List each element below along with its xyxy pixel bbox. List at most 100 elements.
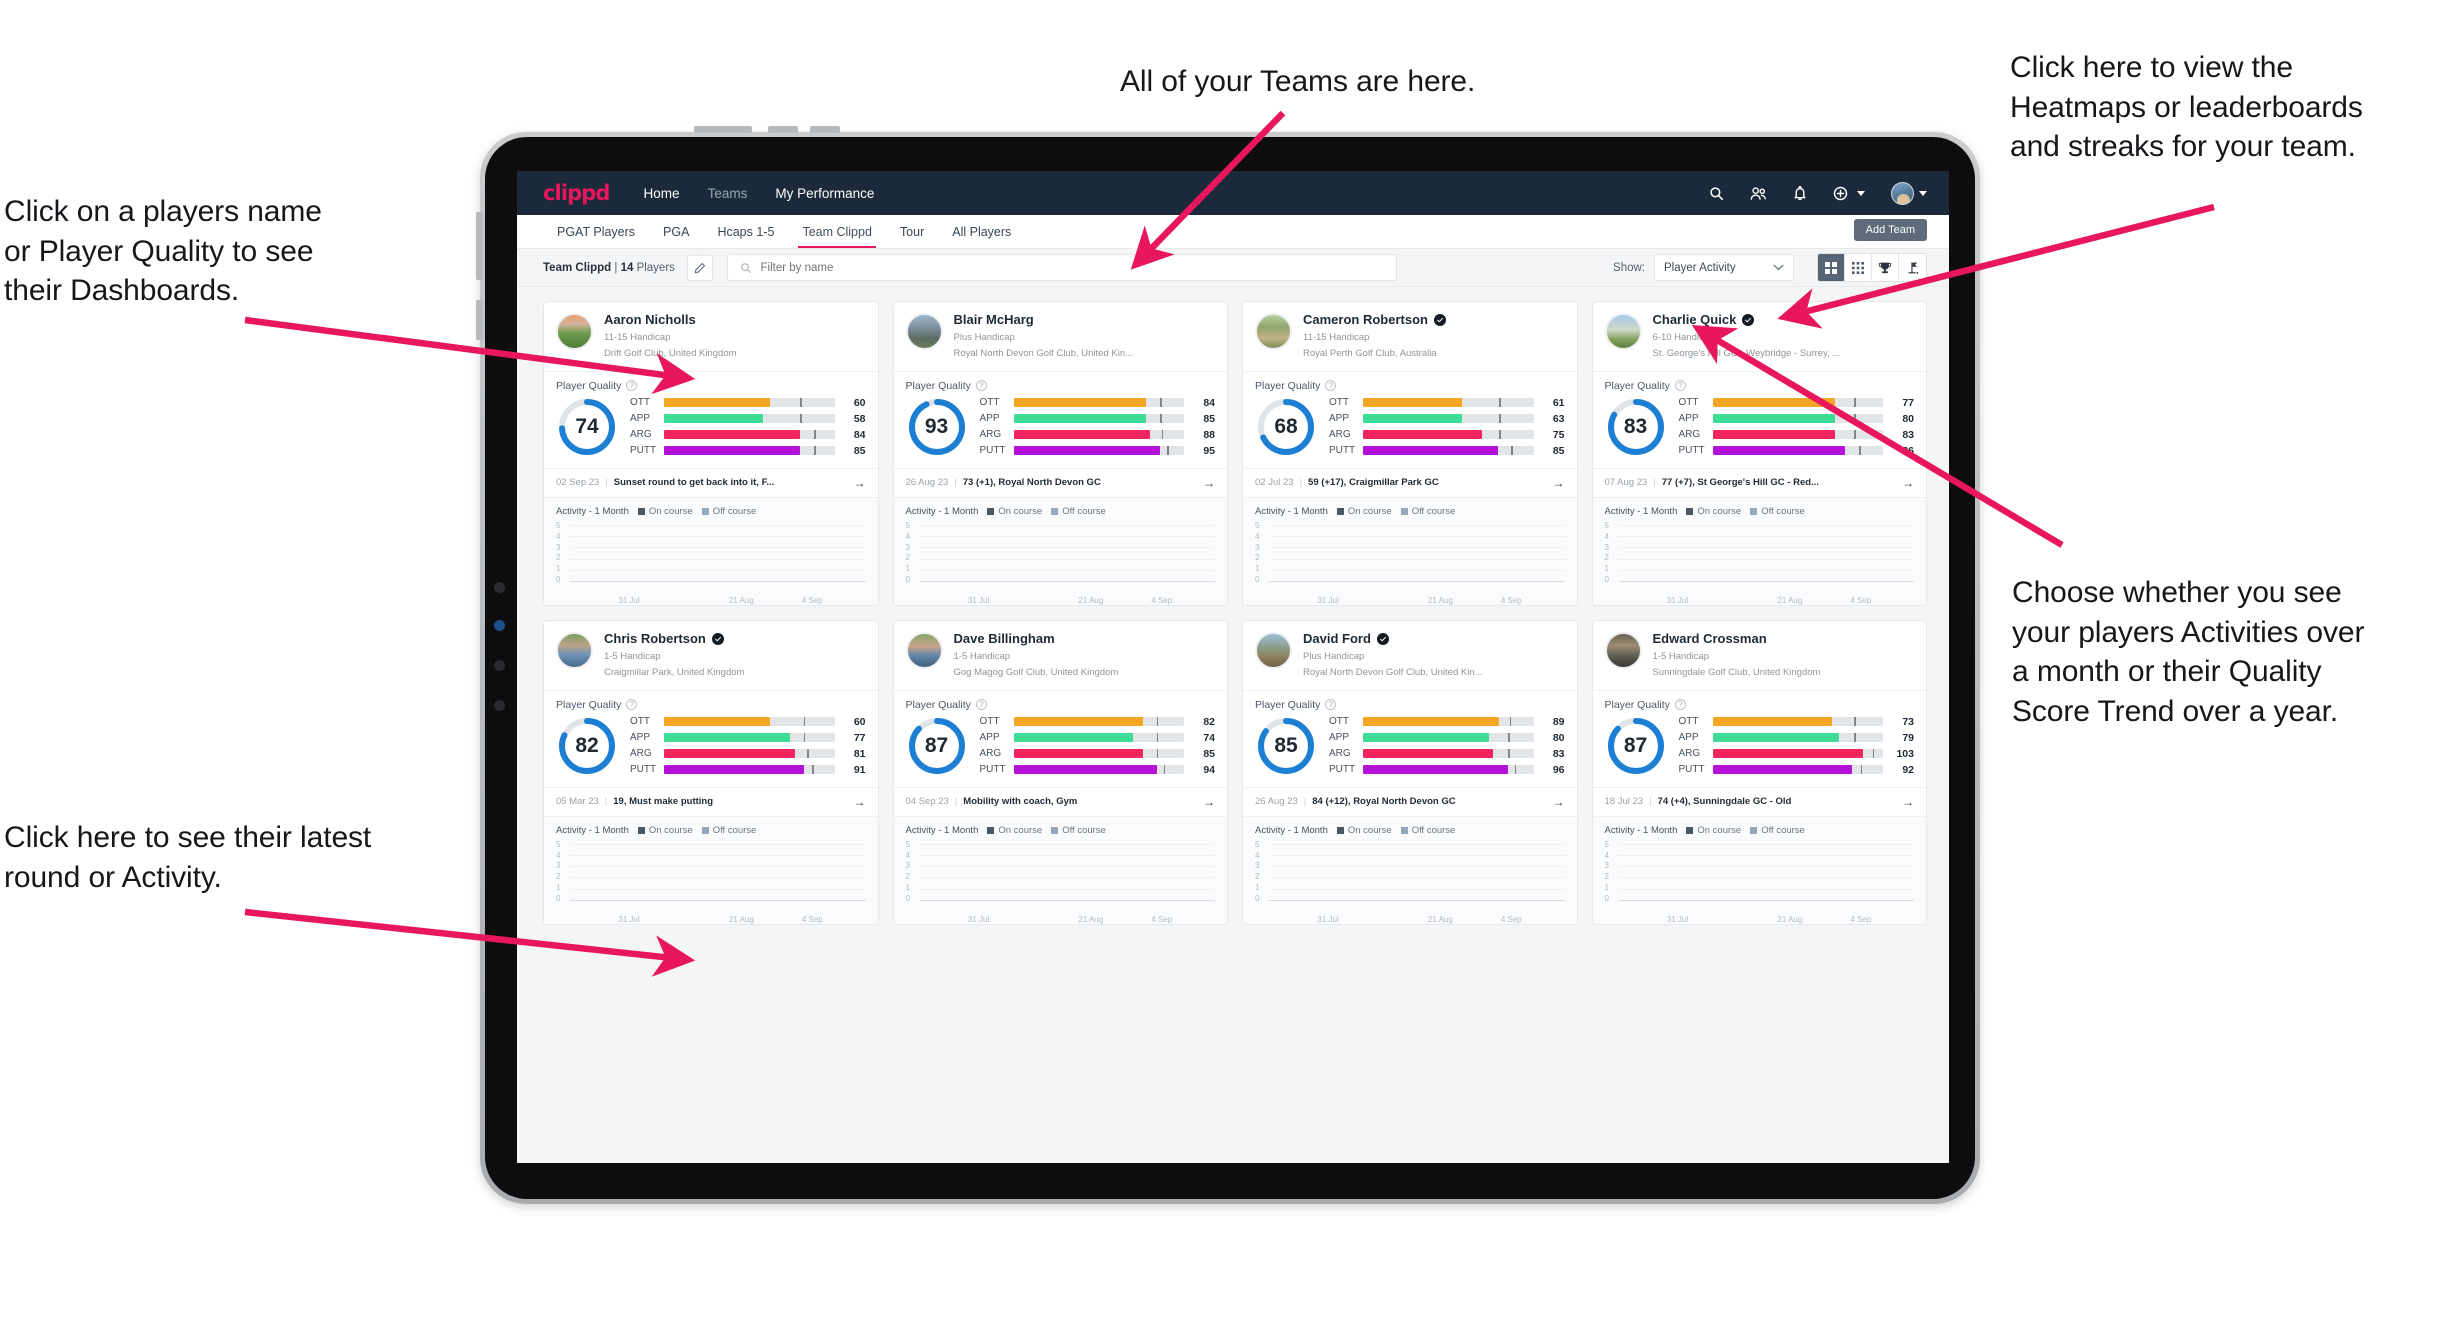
search-field[interactable]	[726, 254, 1397, 281]
player-card-header[interactable]: David Ford Plus Handicap Royal North Dev…	[1243, 621, 1577, 690]
player-card[interactable]: Cameron Robertson 11-15 Handicap Royal P…	[1242, 301, 1578, 606]
metric-value: 80	[1902, 412, 1914, 425]
player-card[interactable]: Edward Crossman 1-5 Handicap Sunningdale…	[1591, 619, 1927, 925]
player-name[interactable]: David Ford	[1303, 631, 1565, 647]
tab-team-clippd[interactable]: Team Clippd	[788, 215, 885, 248]
arrow-right-icon[interactable]: →	[1553, 476, 1565, 490]
add-team-button[interactable]: Add Team	[1853, 219, 1927, 241]
player-quality-section[interactable]: Player Quality ? 83 OTT 77 APP 80 ARG 83…	[1592, 370, 1926, 468]
metric-benchmark-tick	[1156, 749, 1159, 759]
clippd-logo[interactable]: clippd	[543, 181, 610, 205]
player-quality-donut[interactable]: 83	[1605, 396, 1667, 458]
player-quality-donut[interactable]: 82	[556, 715, 618, 777]
player-name[interactable]: Aaron Nicholls	[604, 312, 866, 328]
player-quality-section[interactable]: Player Quality ? 68 OTT 61 APP 63 ARG 75…	[1243, 370, 1577, 468]
player-name[interactable]: Edward Crossman	[1653, 631, 1915, 647]
latest-round-row[interactable]: 05 Mar 23 | 19, Must make putting →	[544, 786, 878, 816]
arrow-right-icon[interactable]: →	[854, 795, 866, 809]
tab-all-players[interactable]: All Players	[938, 215, 1025, 248]
player-card-header[interactable]: Blair McHarg Plus Handicap Royal North D…	[894, 302, 1228, 371]
player-card[interactable]: Aaron Nicholls 11-15 Handicap Drift Golf…	[543, 301, 879, 606]
player-card-header[interactable]: Charlie Quick 6-10 Handicap St. George's…	[1593, 302, 1927, 371]
tablet-button-top2	[768, 126, 798, 133]
help-icon[interactable]: ?	[975, 380, 987, 392]
player-quality-donut[interactable]: 87	[1605, 715, 1667, 777]
search-icon[interactable]	[1709, 186, 1724, 201]
tab-tour[interactable]: Tour	[886, 215, 938, 248]
player-card[interactable]: David Ford Plus Handicap Royal North Dev…	[1242, 619, 1578, 925]
player-card-header[interactable]: Dave Billingham 1-5 Handicap Gog Magog G…	[894, 621, 1228, 690]
edit-team-button[interactable]	[686, 254, 713, 281]
player-card-header[interactable]: Chris Robertson 1-5 Handicap Craigmillar…	[544, 621, 878, 690]
help-icon[interactable]: ?	[1674, 380, 1686, 392]
player-quality-section[interactable]: Player Quality ? 85 OTT 89 APP 80 ARG 83…	[1243, 689, 1577, 787]
help-icon[interactable]: ?	[975, 699, 987, 711]
arrow-right-icon[interactable]: →	[1203, 476, 1215, 490]
help-icon[interactable]: ?	[1674, 699, 1686, 711]
separator: |	[1649, 796, 1652, 808]
player-quality-donut[interactable]: 93	[906, 396, 968, 458]
player-quality-section[interactable]: Player Quality ? 82 OTT 60 APP 77 ARG 81…	[544, 689, 878, 787]
nav-link-teams[interactable]: Teams	[708, 186, 748, 201]
arrow-right-icon[interactable]: →	[854, 476, 866, 490]
tab-pga[interactable]: PGA	[649, 215, 703, 248]
tab-hcaps-1-5[interactable]: Hcaps 1-5	[703, 215, 788, 248]
view-mode-leaderboard[interactable]	[1872, 254, 1899, 281]
player-quality-donut[interactable]: 74	[556, 396, 618, 458]
player-quality-section[interactable]: Player Quality ? 87 OTT 82 APP 74 ARG 85…	[893, 689, 1227, 787]
arrow-right-icon[interactable]: →	[1553, 795, 1565, 809]
arrow-right-icon[interactable]: →	[1902, 795, 1914, 809]
separator: |	[614, 261, 618, 274]
y-tick-label: 2	[905, 553, 910, 563]
player-card[interactable]: Blair McHarg Plus Handicap Royal North D…	[892, 301, 1228, 606]
view-mode-grid[interactable]	[1818, 254, 1845, 281]
user-menu[interactable]	[1891, 181, 1927, 205]
arrow-right-icon[interactable]: →	[1902, 476, 1914, 490]
plus-circle-icon[interactable]	[1833, 186, 1865, 201]
player-card[interactable]: Charlie Quick 6-10 Handicap St. George's…	[1591, 301, 1927, 606]
player-name[interactable]: Charlie Quick	[1653, 312, 1915, 328]
player-quality-section[interactable]: Player Quality ? 93 OTT 84 APP 85 ARG 88…	[893, 370, 1227, 468]
player-quality-donut[interactable]: 68	[1255, 396, 1317, 458]
latest-round-row[interactable]: 02 Jul 23 | 59 (+17), Craigmillar Park G…	[1243, 467, 1577, 497]
player-name[interactable]: Cameron Robertson	[1303, 312, 1565, 328]
latest-round-row[interactable]: 02 Sep 23 | Sunset round to get back int…	[544, 467, 878, 497]
people-icon[interactable]	[1750, 186, 1767, 201]
latest-round-row[interactable]: 26 Aug 23 | 84 (+12), Royal North Devon …	[1243, 786, 1577, 816]
view-mode-dots[interactable]	[1845, 254, 1872, 281]
tablet-port-dot	[494, 620, 505, 631]
view-mode-course[interactable]	[1899, 254, 1926, 281]
nav-link-my-performance[interactable]: My Performance	[775, 186, 874, 201]
player-name[interactable]: Chris Robertson	[604, 631, 866, 647]
player-quality-section[interactable]: Player Quality ? 74 OTT 60 APP 58 ARG 84…	[544, 370, 878, 468]
show-select[interactable]: Player Activity	[1654, 254, 1794, 281]
help-icon[interactable]: ?	[1325, 699, 1337, 711]
help-icon[interactable]: ?	[1325, 380, 1337, 392]
metric-bar-track	[1363, 430, 1534, 440]
player-name[interactable]: Dave Billingham	[954, 631, 1216, 647]
player-card[interactable]: Chris Robertson 1-5 Handicap Craigmillar…	[543, 619, 879, 925]
player-card-header[interactable]: Edward Crossman 1-5 Handicap Sunningdale…	[1593, 621, 1927, 690]
player-card[interactable]: Dave Billingham 1-5 Handicap Gog Magog G…	[892, 619, 1228, 925]
latest-round-row[interactable]: 18 Jul 23 | 74 (+4), Sunningdale GC - Ol…	[1592, 786, 1926, 816]
latest-round-row[interactable]: 04 Sep 23 | Mobility with coach, Gym →	[893, 786, 1227, 816]
metric-bar-track	[664, 398, 835, 408]
player-card-header[interactable]: Aaron Nicholls 11-15 Handicap Drift Golf…	[544, 302, 878, 371]
nav-link-home[interactable]: Home	[644, 186, 680, 201]
player-quality-donut[interactable]: 85	[1255, 715, 1317, 777]
help-icon[interactable]: ?	[626, 699, 638, 711]
metric-label: APP	[630, 732, 651, 744]
player-quality-section[interactable]: Player Quality ? 87 OTT 73 APP 79 ARG 10…	[1592, 689, 1926, 787]
player-card-header[interactable]: Cameron Robertson 11-15 Handicap Royal P…	[1243, 302, 1577, 371]
activity-chart: 543210 31 Jul 21 Aug 4 Sep	[1605, 840, 1914, 924]
bell-icon[interactable]	[1793, 185, 1807, 201]
player-name[interactable]: Blair McHarg	[954, 312, 1216, 328]
metric-benchmark-tick	[1156, 733, 1159, 743]
help-icon[interactable]: ?	[626, 380, 638, 392]
latest-round-row[interactable]: 26 Aug 23 | 73 (+1), Royal North Devon G…	[893, 467, 1227, 497]
player-quality-donut[interactable]: 87	[906, 715, 968, 777]
tab-pgat-players[interactable]: PGAT Players	[543, 215, 649, 248]
arrow-right-icon[interactable]: →	[1203, 795, 1215, 809]
search-input[interactable]	[760, 261, 1384, 274]
latest-round-row[interactable]: 07 Aug 23 | 77 (+7), St George's Hill GC…	[1592, 467, 1926, 497]
